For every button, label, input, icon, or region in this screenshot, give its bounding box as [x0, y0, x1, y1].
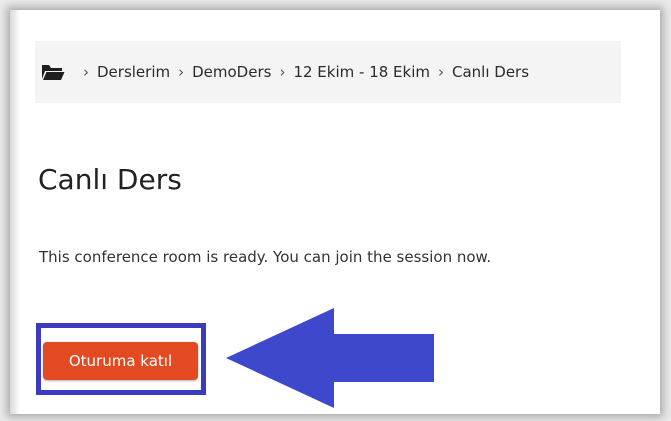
breadcrumb-item-course[interactable]: DemoDers: [192, 63, 271, 81]
annotation-arrow-icon: [226, 308, 434, 408]
breadcrumb-item-current[interactable]: Canlı Ders: [452, 63, 529, 81]
breadcrumb-separator: ›: [438, 63, 444, 81]
breadcrumb-item-derslerim[interactable]: Derslerim: [97, 63, 170, 81]
breadcrumb-separator: ›: [178, 63, 185, 81]
breadcrumb-separator: ›: [83, 63, 89, 81]
panel-shadow-edge: [10, 10, 20, 414]
breadcrumb-item-week[interactable]: 12 Ekim - 18 Ekim: [293, 63, 430, 81]
page-title: Canlı Ders: [38, 163, 182, 196]
conference-status-text: This conference room is ready. You can j…: [39, 248, 492, 266]
breadcrumb: › Derslerim › DemoDers › 12 Ekim - 18 Ek…: [35, 41, 621, 103]
breadcrumb-separator: ›: [279, 63, 286, 81]
folder-open-icon[interactable]: [41, 62, 65, 82]
join-session-button[interactable]: Oturuma katıl: [43, 342, 198, 380]
